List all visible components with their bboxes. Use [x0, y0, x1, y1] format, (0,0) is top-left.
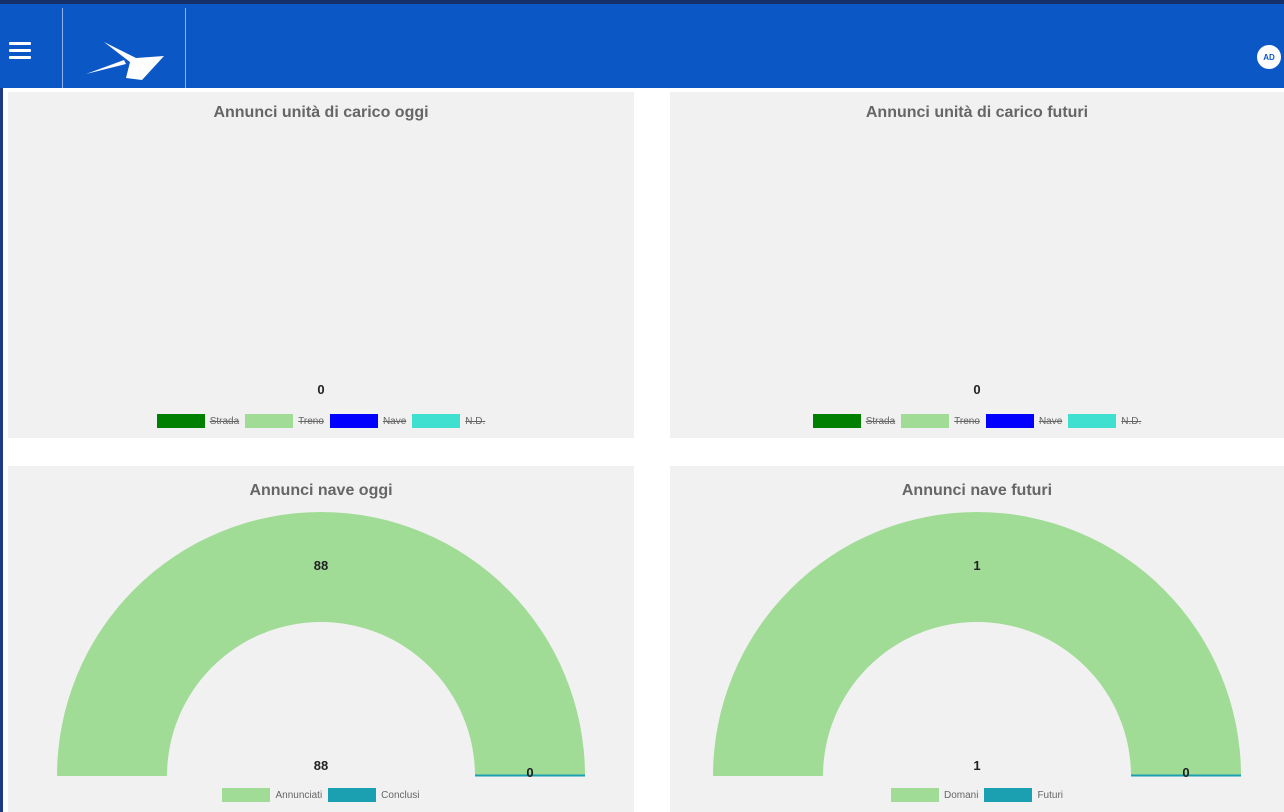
slice-value-label: 0 — [526, 765, 533, 780]
gauge-chart: 0 88 88 — [57, 512, 585, 780]
legend-swatch — [412, 414, 461, 428]
top-app-bar: AD — [0, 0, 1284, 88]
header-divider — [62, 8, 63, 88]
avatar[interactable]: AD — [1257, 45, 1281, 69]
legend-swatch — [329, 414, 378, 428]
legend-label: N.D. — [465, 415, 486, 427]
legend-item-domani[interactable]: Domani — [890, 788, 979, 802]
legend-swatch — [901, 414, 950, 428]
legend-swatch — [985, 414, 1034, 428]
legend-swatch — [890, 788, 939, 802]
legend-item-nd[interactable]: N.D. — [1068, 414, 1141, 428]
header-divider — [185, 8, 186, 88]
panel-nave-oggi: Annunci nave oggi 0 88 88 Annunciati Concl… — [8, 466, 634, 812]
legend-label: Strada — [865, 415, 896, 427]
chart-legend: Strada Treno Nave N.D. — [670, 414, 1284, 428]
legend-swatch — [222, 788, 271, 802]
menu-icon[interactable] — [9, 42, 31, 60]
chart-legend: Annunciati Conclusi — [8, 788, 634, 802]
gauge-slice-annunciati[interactable] — [57, 512, 585, 776]
panel-nave-futuri: Annunci nave futuri 011 Domani Futuri — [670, 466, 1284, 812]
gauge-center-total: 1 — [973, 758, 980, 773]
legend-item-nd[interactable]: N.D. — [412, 414, 485, 428]
legend-label: N.D. — [1121, 415, 1142, 427]
panel-title: Annunci unità di carico futuri — [865, 104, 1089, 121]
gauge-slice-domani[interactable] — [713, 512, 1241, 776]
legend-label: Futuri — [1037, 789, 1064, 801]
slice-value-label: 1 — [973, 558, 980, 573]
legend-swatch — [812, 414, 861, 428]
total-value: 0 — [317, 382, 325, 397]
legend-label: Treno — [298, 415, 324, 427]
legend-item-strada[interactable]: Strada — [812, 414, 896, 428]
slice-value-label: 0 — [1182, 765, 1189, 780]
legend-swatch — [328, 788, 377, 802]
legend-item-treno[interactable]: Treno — [245, 414, 324, 428]
panel-uc-futuri: Annunci unità di carico futuri 0 Strada … — [670, 92, 1284, 438]
legend-swatch — [245, 414, 294, 428]
legend-label: Nave — [382, 415, 407, 427]
window-left-edge — [0, 0, 3, 812]
legend-swatch — [1068, 414, 1117, 428]
legend-item-annunciati[interactable]: Annunciati — [222, 788, 322, 802]
total-value: 0 — [973, 382, 981, 397]
panel-uc-oggi: Annunci unità di carico oggi 0 Strada Tr… — [8, 92, 634, 438]
gauge-center-total: 88 — [314, 758, 328, 773]
legend-label: Annunciati — [275, 789, 323, 801]
gauge-chart: 0 1 1 — [713, 512, 1241, 780]
legend-label: Domani — [943, 789, 979, 801]
legend-label: Conclusi — [381, 789, 420, 801]
legend-item-futuri[interactable]: Futuri — [984, 788, 1063, 802]
legend-item-strada[interactable]: Strada — [156, 414, 240, 428]
legend-item-treno[interactable]: Treno — [901, 414, 980, 428]
slice-value-label: 88 — [314, 558, 328, 573]
legend-swatch — [984, 788, 1033, 802]
legend-item-conclusi[interactable]: Conclusi — [328, 788, 420, 802]
legend-swatch — [156, 414, 205, 428]
legend-label: Treno — [954, 415, 980, 427]
chart-legend: Strada Treno Nave N.D. — [8, 414, 634, 428]
app-logo-icon — [86, 42, 164, 80]
panel-title: Annunci unità di carico oggi — [213, 104, 429, 121]
chart-legend: Domani Futuri — [670, 788, 1284, 802]
legend-item-nave[interactable]: Nave — [329, 414, 407, 428]
legend-label: Nave — [1038, 415, 1063, 427]
legend-label: Strada — [209, 415, 240, 427]
legend-item-nave[interactable]: Nave — [985, 414, 1063, 428]
